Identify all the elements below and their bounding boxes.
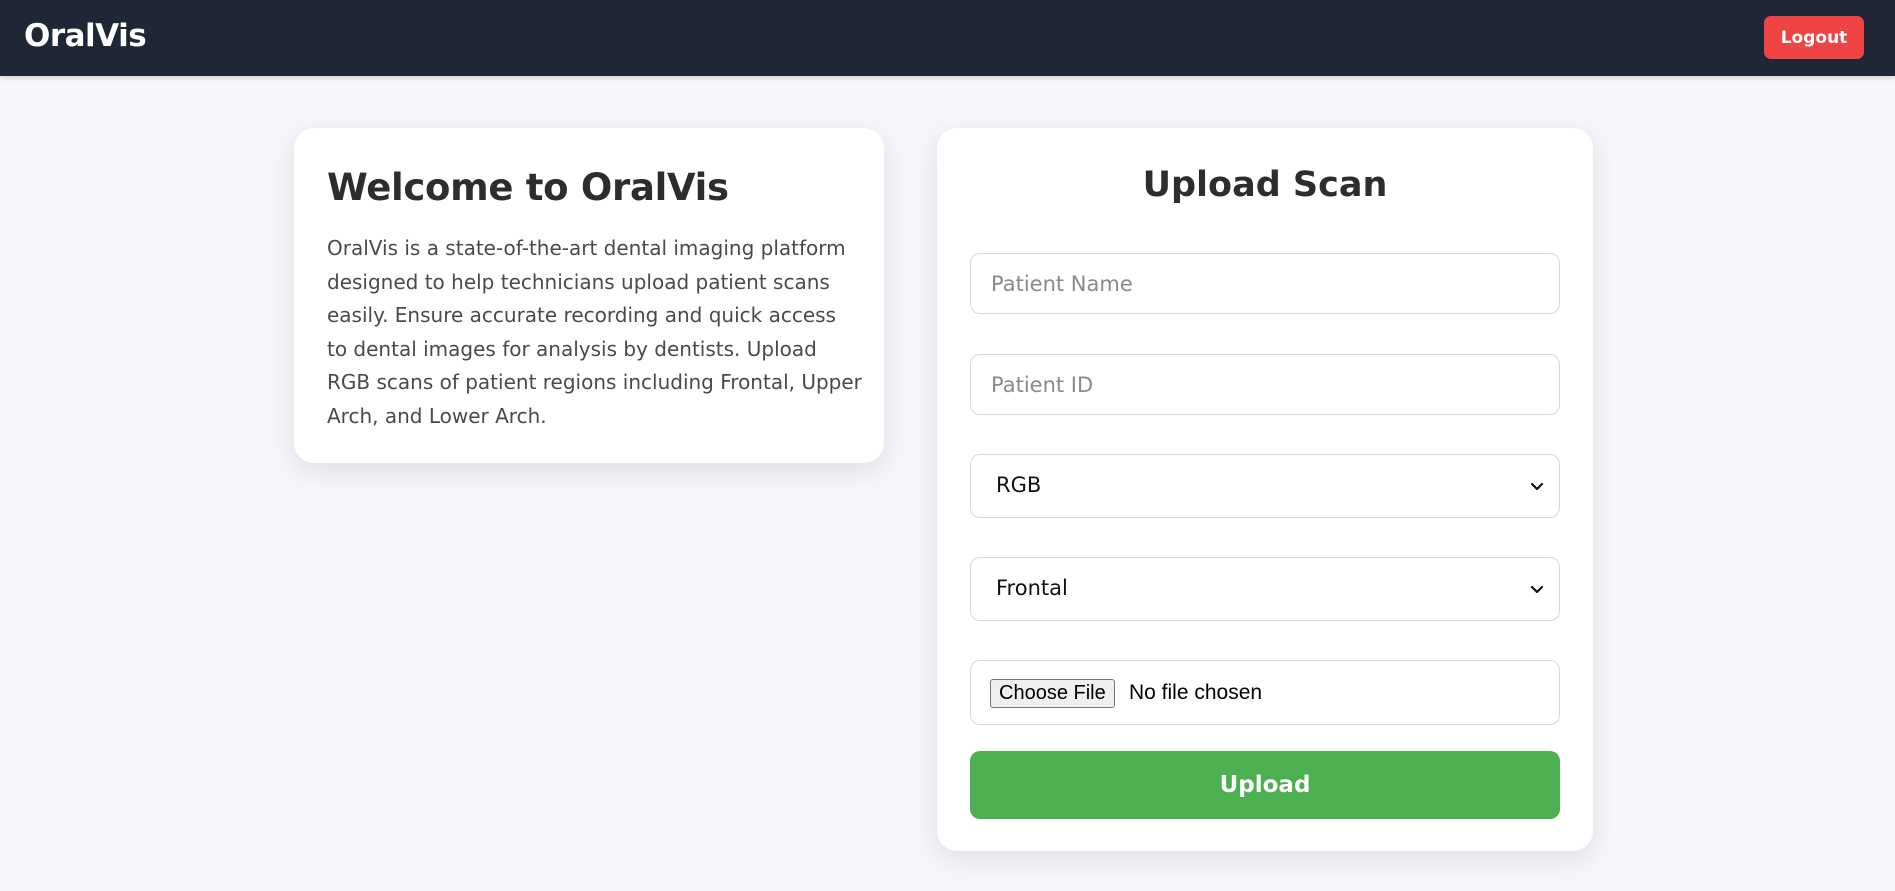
patient-id-input[interactable] bbox=[970, 354, 1560, 415]
welcome-title: Welcome to OralVis bbox=[327, 166, 729, 209]
upload-scan-card: Upload Scan RGB Frontal Choose File No f… bbox=[937, 128, 1593, 851]
brand-logo-text: OralVis bbox=[24, 18, 147, 54]
file-status-text: No file chosen bbox=[1129, 681, 1263, 704]
file-input: Choose File No file chosen bbox=[970, 660, 1560, 725]
upload-button[interactable]: Upload bbox=[970, 751, 1560, 819]
region-select[interactable]: Frontal bbox=[970, 557, 1560, 621]
patient-name-input[interactable] bbox=[970, 253, 1560, 314]
welcome-card: Welcome to OralVis OralVis is a state-of… bbox=[294, 128, 884, 463]
top-navbar: OralVis Logout bbox=[0, 0, 1895, 76]
scan-type-selected-value: RGB bbox=[996, 473, 1042, 497]
logout-button[interactable]: Logout bbox=[1764, 16, 1864, 59]
chevron-down-icon bbox=[1530, 585, 1544, 594]
chevron-down-icon bbox=[1530, 482, 1544, 491]
upload-scan-title: Upload Scan bbox=[1142, 165, 1388, 205]
choose-file-button[interactable]: Choose File bbox=[990, 679, 1115, 708]
region-selected-value: Frontal bbox=[996, 576, 1068, 600]
scan-type-select[interactable]: RGB bbox=[970, 454, 1560, 518]
welcome-description: OralVis is a state-of-the-art dental ima… bbox=[327, 236, 862, 428]
